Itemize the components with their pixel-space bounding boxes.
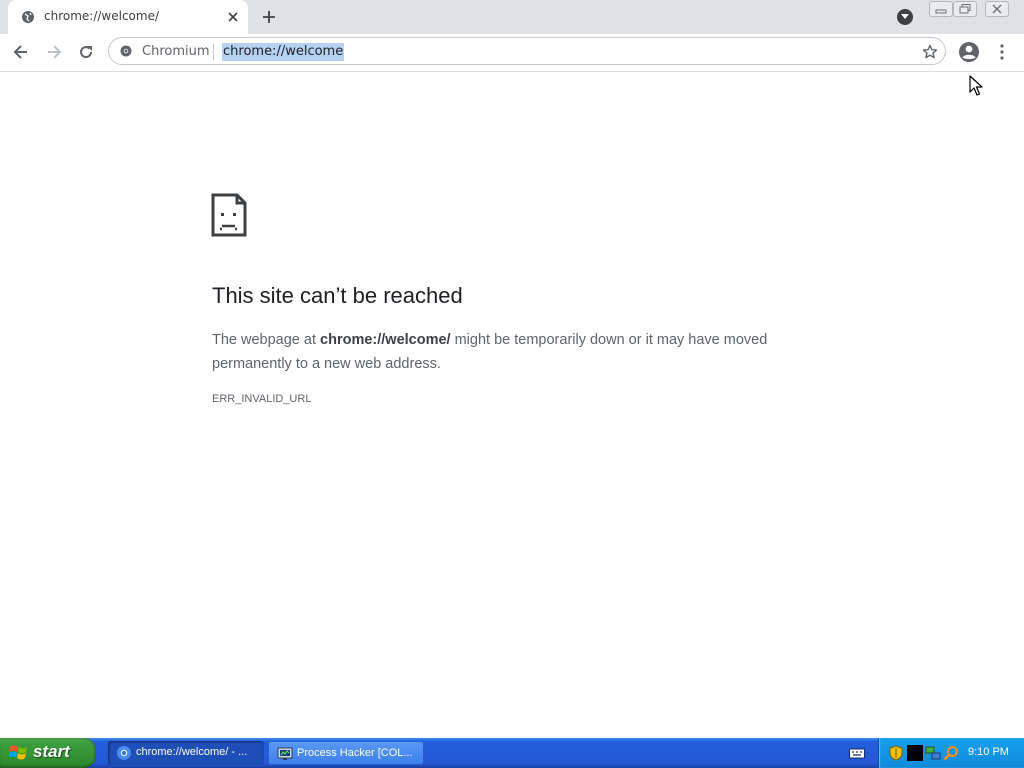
- reload-icon[interactable]: [77, 43, 95, 61]
- tab-search-button[interactable]: [897, 9, 913, 25]
- globe-icon: [22, 11, 34, 23]
- chevron-down-icon: [901, 14, 909, 19]
- error-description: The webpage at chrome://welcome/ might b…: [212, 328, 812, 376]
- error-desc-prefix: The webpage at: [212, 332, 321, 348]
- restore-icon: [959, 4, 971, 14]
- window-close-button[interactable]: [985, 1, 1009, 17]
- network-icon[interactable]: [925, 745, 941, 761]
- chromium-icon: [120, 45, 132, 57]
- star-icon[interactable]: [922, 44, 938, 60]
- minimize-button[interactable]: [929, 1, 953, 17]
- error-code: ERR_INVALID_URL: [212, 393, 312, 405]
- close-icon[interactable]: [226, 10, 240, 24]
- taskbar-item-label: Process Hacker [COL...: [297, 747, 413, 759]
- url-text[interactable]: chrome://welcome: [222, 43, 345, 61]
- taskbar-item-label: chrome://welcome/ - ...: [136, 746, 248, 758]
- chromium-icon: [117, 746, 131, 760]
- taskbar: start chrome://welcome/ - ... Process Ha…: [0, 738, 1024, 768]
- error-title: This site can’t be reached: [212, 283, 463, 308]
- process-hacker-icon: [277, 747, 293, 760]
- mouse-cursor-icon: [969, 75, 983, 96]
- page-content: This site can’t be reached The webpage a…: [0, 72, 1024, 738]
- tab-strip: chrome://welcome/: [0, 0, 1024, 34]
- start-label: start: [33, 742, 70, 761]
- avatar-icon[interactable]: [958, 41, 980, 63]
- address-bar[interactable]: Chromium chrome://welcome: [108, 37, 946, 65]
- close-icon: [992, 4, 1002, 14]
- start-button[interactable]: start: [0, 738, 96, 768]
- taskbar-item-process-hacker[interactable]: Process Hacker [COL...: [268, 741, 424, 765]
- back-arrow-icon[interactable]: [12, 43, 30, 61]
- system-tray: 9:10 PM: [878, 738, 1024, 768]
- magnifier-icon[interactable]: [943, 745, 959, 761]
- taskbar-item-chromium[interactable]: chrome://welcome/ - ...: [108, 741, 264, 765]
- windows-flag-icon: [9, 745, 27, 760]
- shield-icon[interactable]: [888, 745, 904, 761]
- browser-toolbar: Chromium chrome://welcome: [0, 34, 1024, 72]
- kebab-menu-icon[interactable]: [996, 43, 1008, 61]
- minimize-icon: [935, 9, 947, 14]
- console-icon[interactable]: [907, 745, 923, 761]
- omnibox-divider: [213, 44, 214, 60]
- sad-document-icon: [211, 193, 247, 237]
- keyboard-icon[interactable]: [849, 746, 865, 760]
- origin-chip: Chromium: [142, 44, 210, 59]
- error-url: chrome://welcome/: [320, 332, 451, 348]
- restore-button[interactable]: [953, 1, 977, 17]
- new-tab-icon[interactable]: [261, 9, 277, 25]
- browser-tab[interactable]: chrome://welcome/: [8, 0, 248, 34]
- forward-arrow-icon[interactable]: [45, 43, 63, 61]
- tab-title: chrome://welcome/: [44, 9, 160, 23]
- clock[interactable]: 9:10 PM: [968, 746, 1009, 758]
